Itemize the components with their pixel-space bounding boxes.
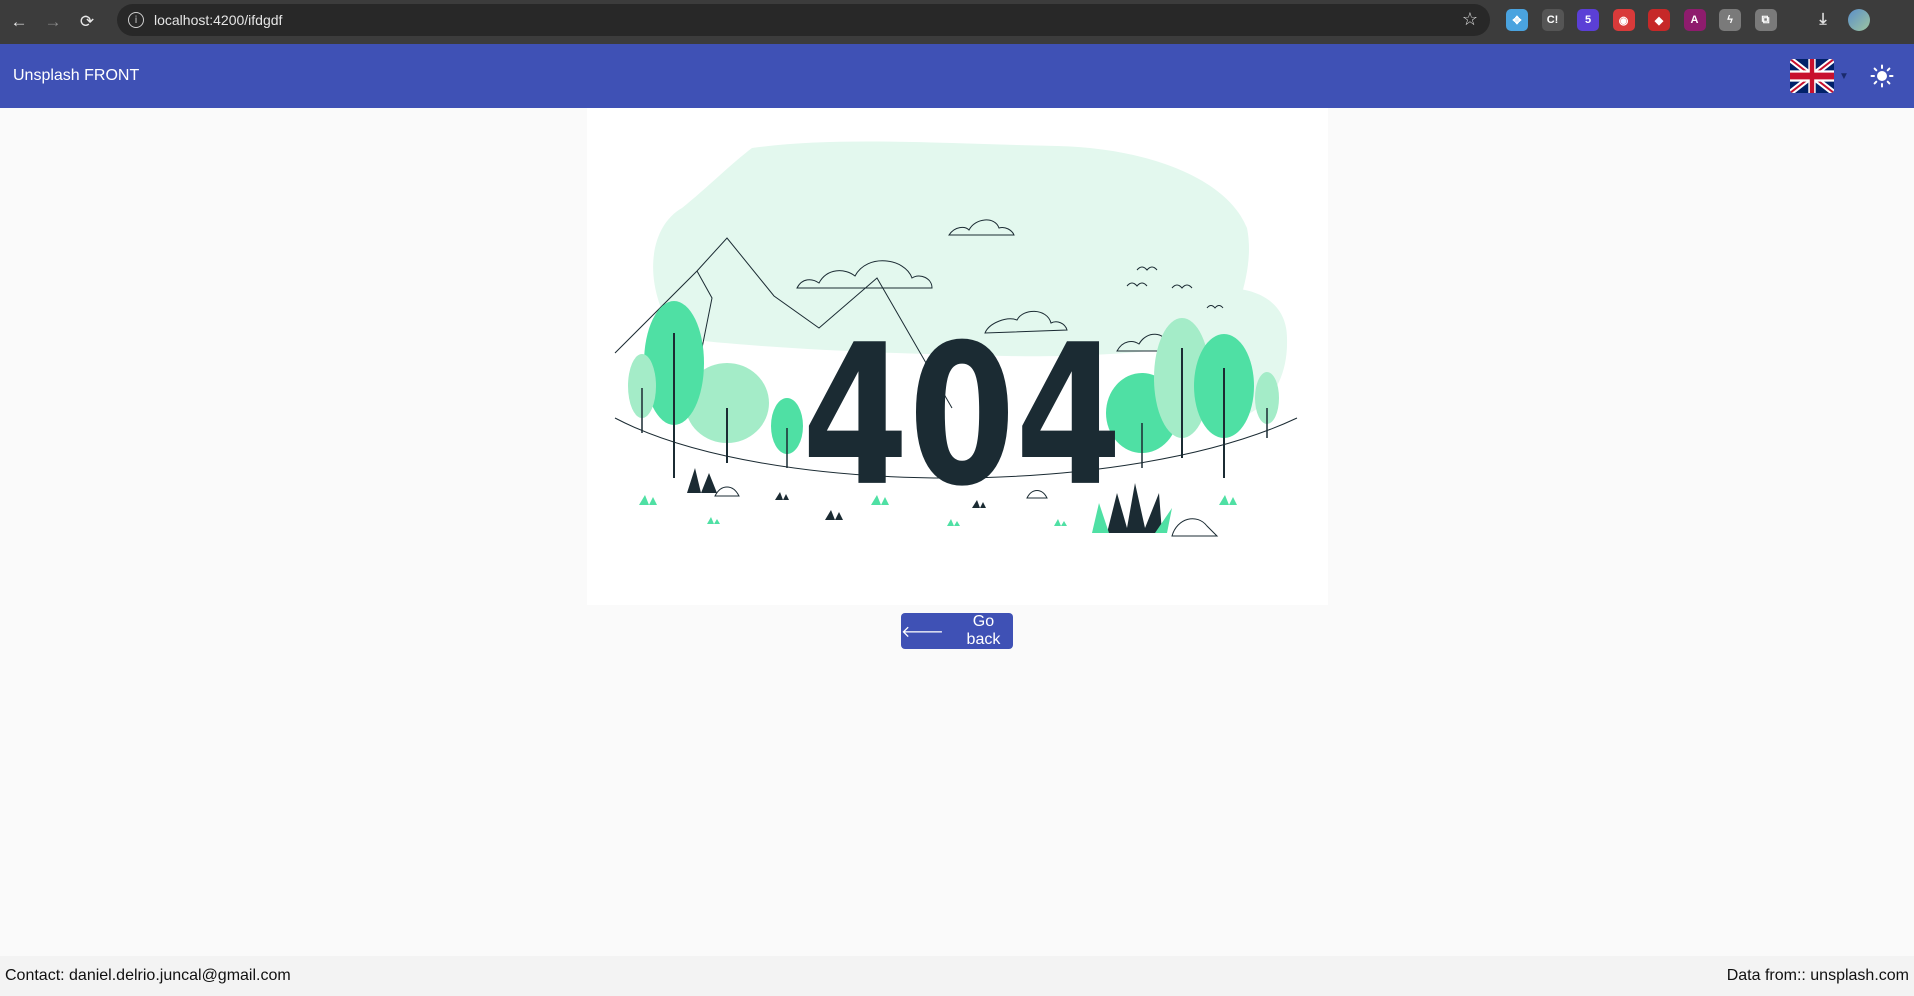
error-code-404: 404 [802,303,1122,529]
forward-button[interactable]: → [38,7,68,37]
bolt-extension-icon[interactable]: ϟ [1719,9,1741,31]
site-info-icon[interactable]: i [128,12,144,28]
go-back-label: Go back [966,613,1001,648]
puzzle-extension-icon[interactable]: ⧉ [1754,9,1777,31]
ci-extension-icon[interactable]: C! [1541,9,1564,31]
url-text[interactable]: localhost:4200/ifdgdf [154,12,282,28]
chevron-down-icon: ▼ [1839,70,1849,82]
crystal-extension-icon[interactable]: ✥ [1506,9,1528,31]
download-icon[interactable]: ⤓ [1812,9,1834,31]
address-bar[interactable]: i localhost:4200/ifdgdf ☆ [117,4,1490,36]
not-found-illustration: 404 [587,108,1328,605]
go-back-button[interactable]: 🡐 Go back [901,613,1013,649]
arrow-left-icon: 🡐 [901,623,944,641]
bookmark-star-icon[interactable]: ☆ [1462,9,1478,30]
angular-extension-icon[interactable]: A [1683,9,1706,31]
shield-extension-icon[interactable]: ◉ [1612,9,1635,31]
data-source-text: Data from:: unsplash.com [1726,967,1909,984]
app-header: Unsplash FRONT ▼ [0,44,1914,108]
badge-extension-icon[interactable]: 5 [1577,9,1599,31]
page-footer: Contact: daniel.delrio.juncal@gmail.com … [0,956,1914,996]
diamond-extension-icon[interactable]: ◆ [1648,9,1670,31]
contact-text: Contact: daniel.delrio.juncal@gmail.com [5,967,291,984]
sun-icon [1870,64,1894,88]
app-title[interactable]: Unsplash FRONT [13,67,139,85]
theme-toggle-button[interactable] [1862,56,1902,96]
language-selector[interactable]: ▼ [1790,56,1852,96]
profile-avatar[interactable] [1848,9,1870,31]
back-button[interactable]: ← [4,7,34,37]
uk-flag-icon [1790,59,1834,93]
browser-toolbar: ← → ⟳ i localhost:4200/ifdgdf ☆ ✥ C! 5 ◉ ◆ Aϟ… [0,0,1914,44]
reload-button[interactable]: ⟳ [72,7,102,37]
